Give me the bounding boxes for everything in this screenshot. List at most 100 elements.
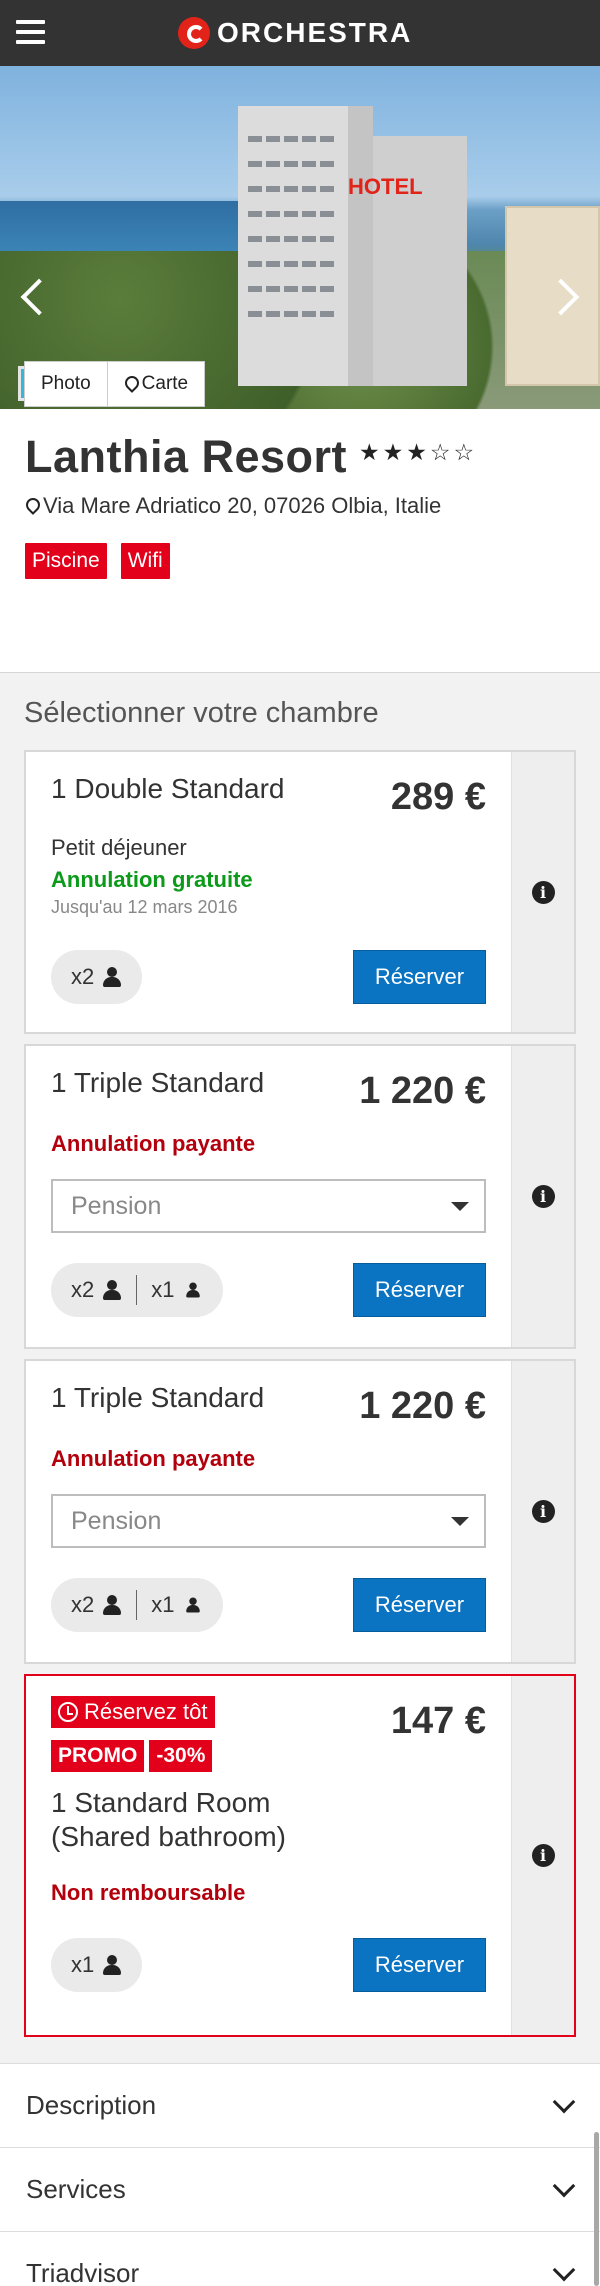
cancellation-policy: Annulation payante	[51, 1446, 256, 1471]
room-meal: Petit déjeuner	[51, 835, 187, 860]
occupancy-badge: x2 x1	[51, 1578, 223, 1632]
early-booking-badge: Réservez tôt	[51, 1696, 215, 1728]
promo-badge: PROMO	[51, 1740, 145, 1772]
amenity-tag: Wifi	[120, 543, 170, 579]
scrollbar[interactable]	[594, 2132, 599, 2286]
early-booking-label: Réservez tôt	[84, 1699, 208, 1724]
chevron-down-icon	[552, 2090, 576, 2113]
reserve-button[interactable]: Réserver	[353, 950, 486, 1004]
accordion-triadvisor[interactable]: Triadvisor	[0, 2232, 600, 2286]
divider	[136, 1275, 138, 1305]
star-empty-icon: ☆	[453, 439, 475, 465]
orchestra-logo-icon	[178, 17, 210, 49]
room-price: 289 €	[390, 776, 486, 818]
adult-count: x1	[71, 1952, 95, 1977]
info-icon[interactable]: i	[531, 1500, 555, 1523]
adult-icon	[102, 1595, 122, 1615]
adult-icon	[102, 1280, 122, 1300]
hotel-building	[238, 106, 373, 386]
occupancy-badge: x2 x1	[51, 1263, 223, 1317]
info-icon[interactable]: i	[531, 1185, 555, 1208]
adult-count: x2	[71, 964, 95, 989]
tab-map-label: Carte	[141, 373, 189, 394]
room-card-promo: Réservez tôt PROMO -30% 147 € 1 Standard…	[24, 1674, 576, 2037]
clock-icon	[58, 1702, 78, 1722]
reserve-button[interactable]: Réserver	[353, 1578, 486, 1632]
room-price: 1 220 €	[359, 1070, 486, 1112]
chevron-down-icon	[552, 2258, 576, 2281]
hotel-address: Via Mare Adriatico 20, 07026 Olbia, Ital…	[25, 493, 575, 519]
room-details-panel[interactable]: i	[511, 1046, 574, 1347]
child-count: x1	[151, 1592, 175, 1617]
room-card: 1 Double Standard 289 € Petit déjeuner A…	[24, 750, 576, 1034]
room-card: 1 Triple Standard 1 220 € Annulation pay…	[24, 1044, 576, 1349]
tab-map[interactable]: Carte	[108, 362, 204, 406]
hotel-amenity-tags: Piscine Wifi	[25, 543, 575, 579]
chevron-down-icon	[552, 2174, 576, 2197]
hotel-sign: HOTEL	[348, 174, 423, 200]
hotel-details-accordion: Description Services Triadvisor	[0, 2063, 600, 2286]
info-icon[interactable]: i	[531, 880, 555, 904]
room-name: 1 Triple Standard	[51, 1067, 265, 1098]
rooms-section-title: Sélectionner votre chambre	[24, 697, 379, 729]
child-icon	[185, 1597, 200, 1613]
info-icon[interactable]: i	[531, 1844, 555, 1867]
orchestra-logo[interactable]: ORCHESTRA	[178, 17, 412, 49]
reserve-button[interactable]: Réserver	[353, 1263, 486, 1317]
accordion-description[interactable]: Description	[0, 2064, 600, 2148]
room-price: 147 €	[390, 1700, 486, 1742]
caret-down-icon	[451, 1516, 469, 1526]
top-bar: ORCHESTRA	[0, 0, 600, 66]
board-select-placeholder: Pension	[71, 1191, 162, 1220]
hotel-name: Lanthia Resort	[25, 431, 348, 482]
divider	[136, 1590, 138, 1620]
caret-down-icon	[451, 1201, 469, 1211]
cancellation-policy: Annulation gratuite	[51, 867, 253, 892]
room-card: 1 Triple Standard 1 220 € Annulation pay…	[24, 1359, 576, 1664]
tab-photo[interactable]: Photo	[25, 362, 108, 406]
occupancy-badge: x1	[51, 1938, 143, 1992]
cancellation-deadline: Jusqu'au 12 mars 2016	[51, 897, 238, 917]
hotel-rating-stars: ★ ★ ★ ☆ ☆	[359, 441, 474, 464]
room-details-panel[interactable]: i	[511, 752, 574, 1032]
star-empty-icon: ☆	[429, 439, 451, 465]
room-details-panel[interactable]: i	[511, 1676, 574, 2035]
accordion-label: Triadvisor	[26, 2258, 140, 2286]
hamburger-icon[interactable]	[16, 20, 45, 44]
discount-badge: -30%	[149, 1740, 213, 1772]
map-marker-icon	[25, 498, 37, 514]
amenity-tag: Piscine	[25, 543, 107, 579]
occupancy-badge: x2	[51, 950, 143, 1004]
hotel-address-text: Via Mare Adriatico 20, 07026 Olbia, Ital…	[43, 493, 442, 518]
room-price: 1 220 €	[359, 1385, 486, 1427]
adult-count: x2	[71, 1277, 95, 1302]
accordion-services[interactable]: Services	[0, 2148, 600, 2232]
adult-count: x2	[71, 1592, 95, 1617]
star-filled-icon: ★	[382, 439, 404, 465]
sea-photo-area	[0, 201, 270, 256]
accordion-label: Services	[26, 2174, 126, 2204]
hotel-info: Lanthia Resort ★ ★ ★ ☆ ☆ Via Mare Adriat…	[0, 409, 600, 673]
room-name: 1 Double Standard	[51, 773, 285, 804]
child-icon	[185, 1282, 200, 1298]
board-select-placeholder: Pension	[71, 1506, 162, 1535]
reserve-button[interactable]: Réserver	[353, 1938, 486, 1992]
room-name-line: 1 Standard Room	[51, 1787, 271, 1818]
room-details-panel[interactable]: i	[511, 1361, 574, 1662]
gallery-tabs: Photo Carte	[24, 361, 206, 407]
board-select[interactable]: Pension	[51, 1494, 486, 1548]
map-marker-icon	[124, 376, 136, 392]
logo-text: ORCHESTRA	[217, 17, 413, 48]
room-name: 1 Triple Standard	[51, 1382, 265, 1413]
room-name-line: (Shared bathroom)	[51, 1821, 287, 1852]
accordion-label: Description	[26, 2090, 157, 2120]
board-select[interactable]: Pension	[51, 1179, 486, 1233]
room-selection: Sélectionner votre chambre 1 Double Stan…	[0, 673, 600, 2037]
cancellation-policy: Annulation payante	[51, 1131, 256, 1156]
child-count: x1	[151, 1277, 175, 1302]
adult-icon	[102, 967, 122, 987]
hotel-photo-gallery[interactable]: HOTEL Photo Carte	[0, 66, 600, 409]
cancellation-policy: Non remboursable	[51, 1880, 246, 1905]
room-name: 1 Standard Room (Shared bathroom)	[51, 1786, 486, 1854]
tab-photo-label: Photo	[41, 373, 91, 394]
